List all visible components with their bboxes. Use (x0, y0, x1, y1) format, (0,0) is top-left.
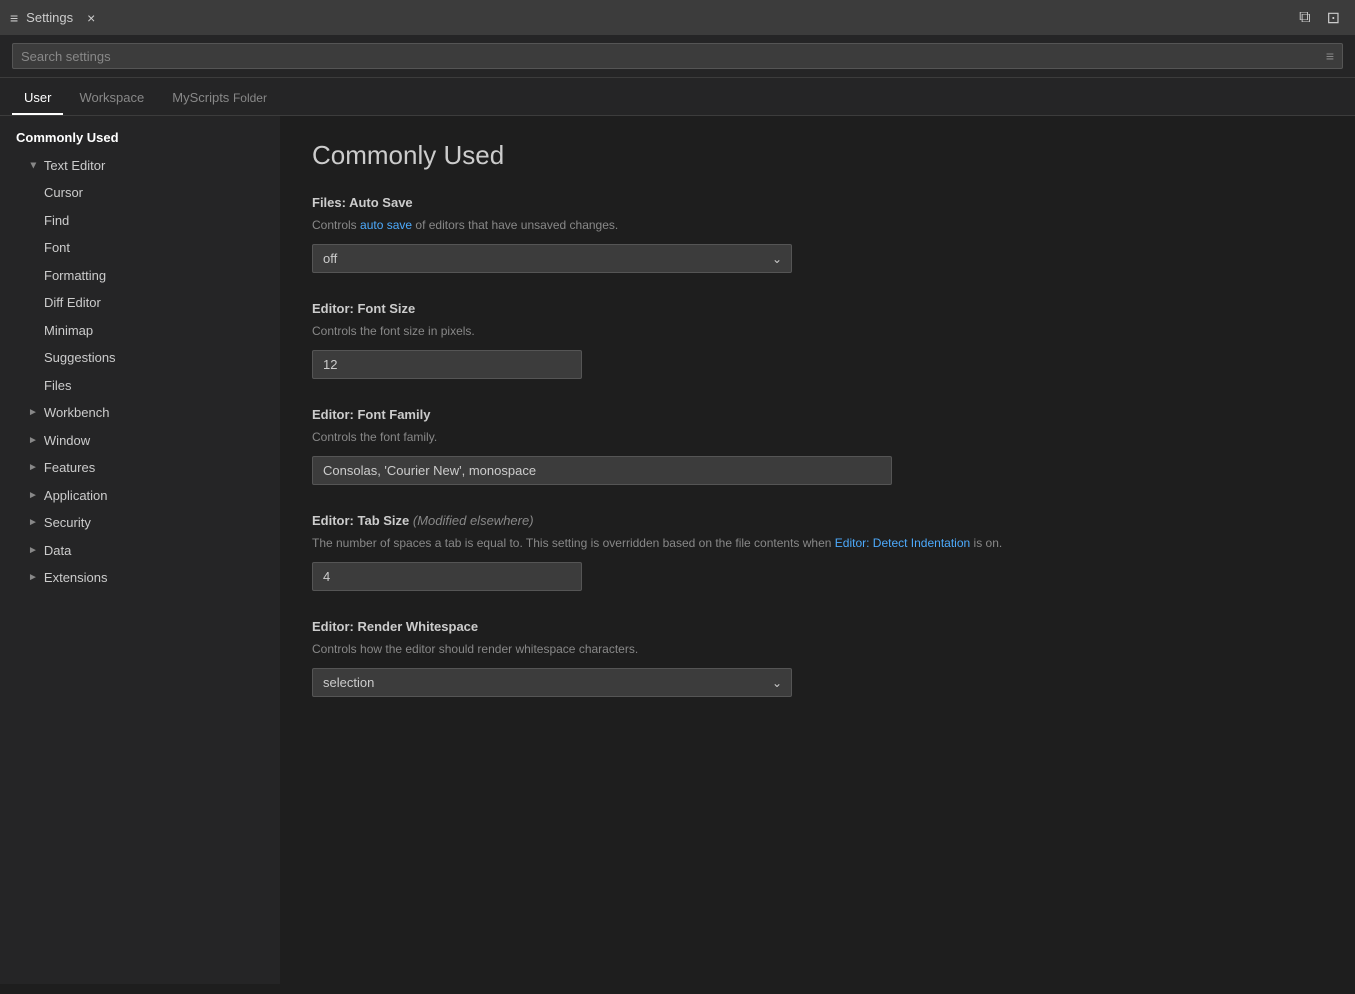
setting-editor-tab-size: Editor: Tab Size (Modified elsewhere) Th… (312, 513, 1323, 591)
setting-label-font-size: Editor: Font Size (312, 301, 1323, 316)
tabs-bar: User Workspace MyScripts Folder (0, 78, 1355, 116)
sidebar-item-extensions[interactable]: ► Extensions (0, 564, 280, 592)
setting-editor-font-size: Editor: Font Size Controls the font size… (312, 301, 1323, 379)
title-bar: ≡ Settings × ⧉ ⊡ (0, 0, 1355, 35)
chevron-right-icon: ► (28, 570, 38, 585)
main-layout: Commonly Used ► Text Editor Cursor Find … (0, 116, 1355, 984)
chevron-right-icon: ► (28, 433, 38, 448)
setting-desc-font-size: Controls the font size in pixels. (312, 322, 1323, 340)
font-family-input[interactable] (312, 456, 892, 485)
sidebar-item-data[interactable]: ► Data (0, 537, 280, 565)
sidebar-item-window[interactable]: ► Window (0, 427, 280, 455)
files-auto-save-dropdown[interactable]: off afterDelay onFocusChange onWindowCha… (312, 244, 792, 273)
chevron-down-icon: ► (25, 160, 40, 170)
title-bar-actions: ⧉ ⊡ (1294, 6, 1345, 30)
setting-desc-font-family: Controls the font family. (312, 428, 1323, 446)
detect-indentation-link[interactable]: Editor: Detect Indentation (835, 536, 970, 550)
setting-label-files-auto-save: Files: Auto Save (312, 195, 1323, 210)
sidebar-item-diff-editor[interactable]: Diff Editor (0, 289, 280, 317)
chevron-right-icon: ► (28, 515, 38, 530)
menu-icon: ≡ (10, 10, 18, 26)
render-whitespace-dropdown[interactable]: none boundary selection trailing all (312, 668, 792, 697)
search-input[interactable] (21, 49, 1326, 64)
sidebar: Commonly Used ► Text Editor Cursor Find … (0, 116, 280, 984)
tab-size-input[interactable] (312, 562, 582, 591)
setting-editor-render-whitespace: Editor: Render Whitespace Controls how t… (312, 619, 1323, 697)
sidebar-item-find[interactable]: Find (0, 207, 280, 235)
auto-save-link[interactable]: auto save (360, 218, 412, 232)
sidebar-item-workbench[interactable]: ► Workbench (0, 399, 280, 427)
setting-desc-render-whitespace: Controls how the editor should render wh… (312, 640, 1323, 658)
sidebar-item-features[interactable]: ► Features (0, 454, 280, 482)
tab-user[interactable]: User (12, 82, 63, 115)
setting-editor-font-family: Editor: Font Family Controls the font fa… (312, 407, 1323, 485)
setting-label-render-whitespace: Editor: Render Whitespace (312, 619, 1323, 634)
sidebar-item-text-editor[interactable]: ► Text Editor (0, 152, 280, 180)
sidebar-item-font[interactable]: Font (0, 234, 280, 262)
files-auto-save-dropdown-wrapper: off afterDelay onFocusChange onWindowCha… (312, 244, 792, 273)
render-whitespace-dropdown-wrapper: none boundary selection trailing all ⌄ (312, 668, 792, 697)
setting-label-font-family: Editor: Font Family (312, 407, 1323, 422)
sidebar-item-files[interactable]: Files (0, 372, 280, 400)
tab-title: Settings (26, 10, 73, 25)
search-bar-wrapper: ≡ (12, 43, 1343, 69)
font-size-input[interactable] (312, 350, 582, 379)
chevron-right-icon: ► (28, 488, 38, 503)
modified-label: (Modified elsewhere) (409, 513, 533, 528)
split-editor-button[interactable]: ⊡ (1322, 6, 1345, 30)
tab-workspace[interactable]: Workspace (67, 82, 156, 115)
close-tab-button[interactable]: × (81, 8, 101, 28)
chevron-right-icon: ► (28, 405, 38, 420)
sidebar-item-suggestions[interactable]: Suggestions (0, 344, 280, 372)
sidebar-item-commonly-used[interactable]: Commonly Used (0, 124, 280, 152)
sidebar-item-formatting[interactable]: Formatting (0, 262, 280, 290)
setting-label-tab-size: Editor: Tab Size (Modified elsewhere) (312, 513, 1323, 528)
sidebar-item-security[interactable]: ► Security (0, 509, 280, 537)
content-area: Commonly Used Files: Auto Save Controls … (280, 116, 1355, 984)
chevron-right-icon: ► (28, 543, 38, 558)
setting-desc-files-auto-save: Controls auto save of editors that have … (312, 216, 1323, 234)
setting-files-auto-save: Files: Auto Save Controls auto save of e… (312, 195, 1323, 273)
search-filter-icon: ≡ (1326, 48, 1334, 64)
sidebar-item-application[interactable]: ► Application (0, 482, 280, 510)
sidebar-item-minimap[interactable]: Minimap (0, 317, 280, 345)
search-bar-container: ≡ (0, 35, 1355, 78)
setting-desc-tab-size: The number of spaces a tab is equal to. … (312, 534, 1323, 552)
open-settings-json-button[interactable]: ⧉ (1294, 6, 1315, 30)
sidebar-item-cursor[interactable]: Cursor (0, 179, 280, 207)
tab-myscripts-suffix: Folder (233, 91, 267, 105)
title-bar-left: ≡ Settings × (10, 8, 101, 28)
page-title: Commonly Used (312, 140, 1323, 171)
tab-myscripts[interactable]: MyScripts Folder (160, 82, 279, 115)
chevron-right-icon: ► (28, 460, 38, 475)
